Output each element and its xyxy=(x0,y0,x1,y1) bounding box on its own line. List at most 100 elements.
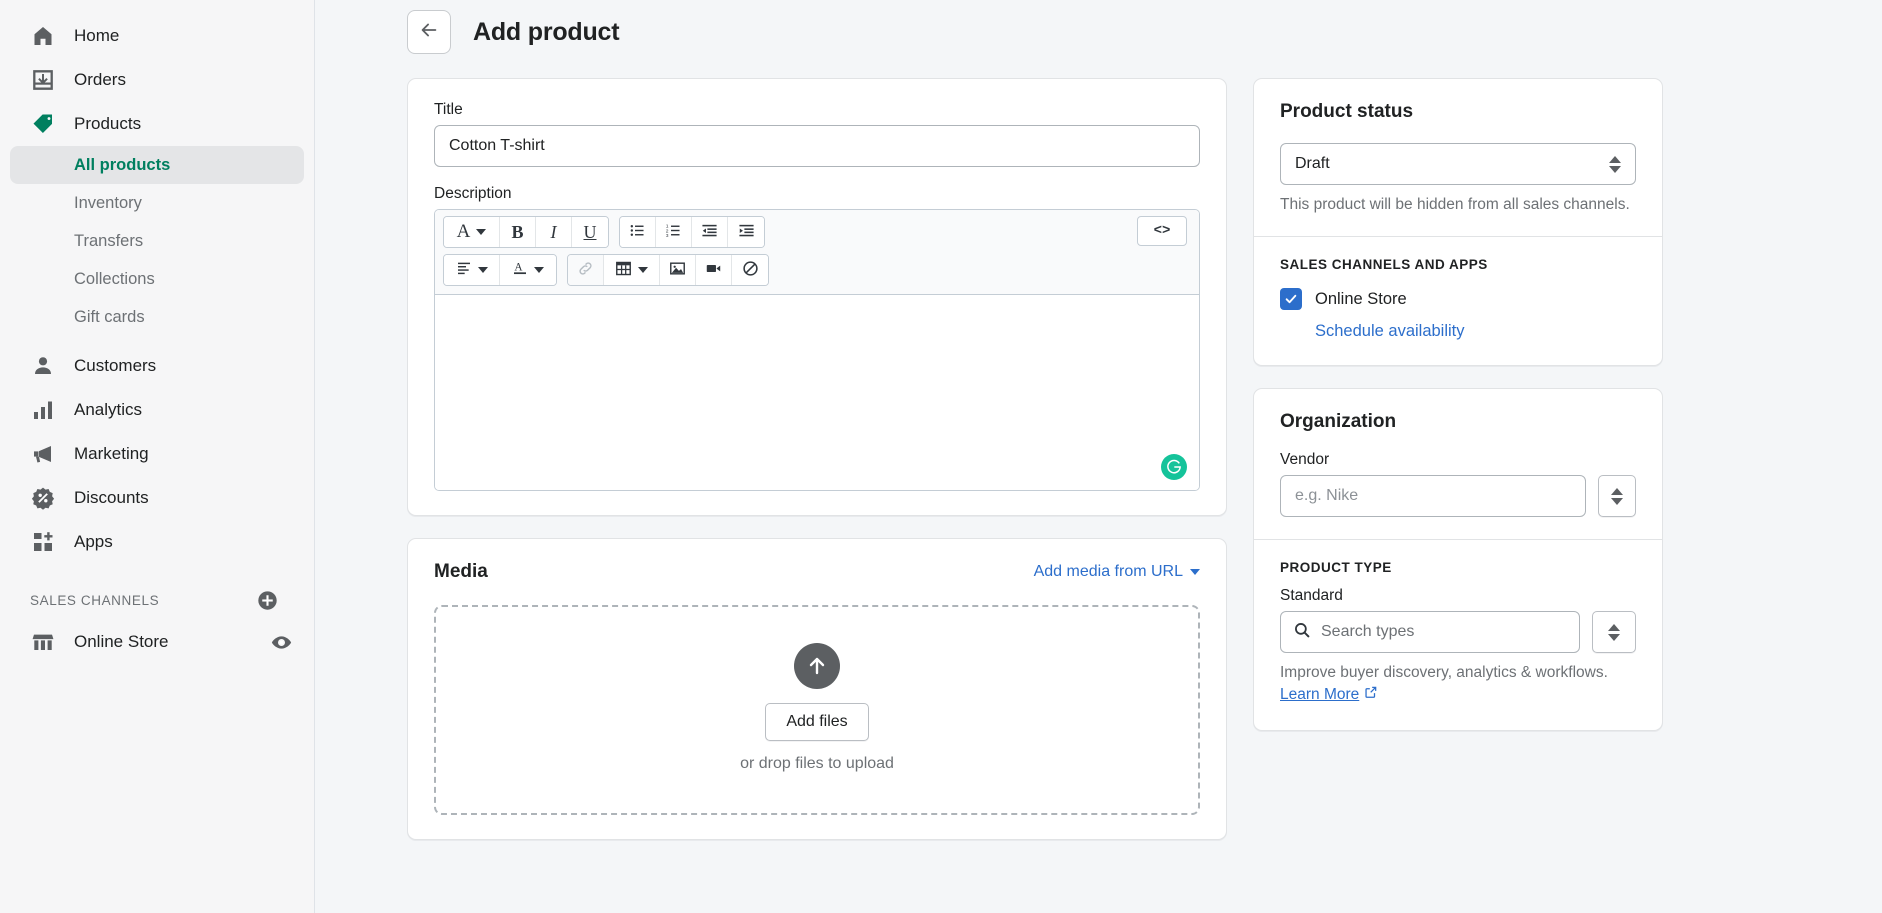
insert-video-button[interactable] xyxy=(696,255,732,285)
primary-sidebar: Home Orders Products All products Invent… xyxy=(0,0,315,913)
back-button[interactable] xyxy=(407,10,451,54)
product-status-value: Draft xyxy=(1295,155,1330,172)
sidebar-item-transfers[interactable]: Transfers xyxy=(10,222,304,260)
product-status-title: Product status xyxy=(1280,101,1414,122)
italic-button[interactable]: I xyxy=(536,217,572,247)
sidebar-item-apps[interactable]: Apps xyxy=(10,520,304,564)
sidebar-subitem-label: Gift cards xyxy=(74,307,145,326)
sidebar-item-label: Home xyxy=(74,26,120,45)
code-view-label: <> xyxy=(1153,223,1171,239)
add-media-from-url-button[interactable]: Add media from URL xyxy=(1034,563,1200,581)
left-column: Title Description A xyxy=(407,78,1227,840)
font-style-button[interactable]: A xyxy=(444,217,500,247)
sales-channels-heading: SALES CHANNELS xyxy=(30,592,160,608)
content-columns: Title Description A xyxy=(315,64,1882,840)
link-icon xyxy=(577,260,594,281)
sidebar-item-analytics[interactable]: Analytics xyxy=(10,388,304,432)
sidebar-item-inventory[interactable]: Inventory xyxy=(10,184,304,222)
select-updown-icon xyxy=(1611,487,1624,505)
product-status-helper: This product will be hidden from all sal… xyxy=(1280,196,1630,213)
text-color-icon: A xyxy=(512,259,528,281)
font-style-glyph: A xyxy=(456,221,471,242)
insert-link-button[interactable] xyxy=(568,255,604,285)
underline-button[interactable]: U xyxy=(572,217,608,247)
chevron-down-icon xyxy=(477,267,488,273)
eye-icon[interactable] xyxy=(271,632,292,653)
product-title-input[interactable] xyxy=(434,125,1200,167)
page-title: Add product xyxy=(473,17,620,46)
bulleted-list-button[interactable] xyxy=(620,217,656,247)
product-type-field-row xyxy=(1280,611,1636,653)
indent-button[interactable] xyxy=(728,217,764,247)
add-files-button[interactable]: Add files xyxy=(765,703,869,741)
description-editor-body[interactable] xyxy=(435,294,1199,490)
home-icon xyxy=(30,23,56,49)
product-details-card: Title Description A xyxy=(407,78,1227,516)
check-icon xyxy=(1285,294,1297,304)
sidebar-item-marketing[interactable]: Marketing xyxy=(10,432,304,476)
sidebar-item-products[interactable]: Products xyxy=(10,102,304,146)
insert-image-button[interactable] xyxy=(660,255,696,285)
drop-files-hint: or drop files to upload xyxy=(740,755,894,772)
discounts-badge-icon xyxy=(30,485,56,511)
sidebar-item-orders[interactable]: Orders xyxy=(10,58,304,102)
media-card-header: Media Add media from URL xyxy=(434,561,1200,583)
sidebar-item-label: Customers xyxy=(74,356,157,375)
media-dropzone[interactable]: Add files or drop files to upload xyxy=(434,605,1200,815)
video-camera-icon xyxy=(705,260,722,281)
sidebar-subitem-label: Transfers xyxy=(74,231,144,250)
sidebar-item-discounts[interactable]: Discounts xyxy=(10,476,304,520)
no-entry-icon xyxy=(742,260,759,281)
title-field-label: Title xyxy=(434,101,463,118)
upload-arrow-icon xyxy=(794,643,840,689)
product-type-picker-button[interactable] xyxy=(1592,611,1636,653)
sidebar-item-all-products[interactable]: All products xyxy=(10,146,304,184)
right-column: Product status Draft This product will b… xyxy=(1253,78,1663,840)
sidebar-item-label: Orders xyxy=(74,70,126,89)
text-color-button[interactable]: A xyxy=(500,255,556,285)
select-updown-icon xyxy=(1609,155,1621,173)
sidebar-subitem-label: Inventory xyxy=(74,193,142,212)
online-store-checkbox[interactable] xyxy=(1280,288,1302,310)
code-view-button[interactable]: <> xyxy=(1137,216,1187,246)
sidebar-subitem-label: Collections xyxy=(74,269,155,288)
image-icon xyxy=(669,260,686,281)
align-left-icon xyxy=(456,260,472,280)
vendor-input[interactable] xyxy=(1280,475,1587,517)
insert-table-button[interactable] xyxy=(604,255,660,285)
online-store-checkbox-row[interactable]: Online Store xyxy=(1280,288,1636,310)
learn-more-link[interactable]: Learn More xyxy=(1280,684,1378,706)
insert-group xyxy=(567,254,769,286)
sidebar-item-home[interactable]: Home xyxy=(10,14,304,58)
search-types-input[interactable] xyxy=(1321,623,1567,641)
arrow-left-icon xyxy=(418,19,440,46)
bold-button[interactable]: B xyxy=(500,217,536,247)
chevron-down-icon xyxy=(476,229,487,235)
online-store-label: Online Store xyxy=(1315,289,1407,308)
numbered-list-button[interactable]: 1 2 3 xyxy=(656,217,692,247)
vendor-picker-button[interactable] xyxy=(1598,475,1636,517)
sidebar-item-customers[interactable]: Customers xyxy=(10,344,304,388)
outdent-button[interactable] xyxy=(692,217,728,247)
chevron-down-icon xyxy=(1190,569,1200,575)
sidebar-item-online-store[interactable]: Online Store xyxy=(10,620,304,664)
indent-icon xyxy=(738,222,755,243)
description-field-label: Description xyxy=(434,185,512,202)
sidebar-item-collections[interactable]: Collections xyxy=(10,260,304,298)
add-media-from-url-label: Add media from URL xyxy=(1033,563,1183,580)
sidebar-item-label: Apps xyxy=(74,532,113,551)
clear-formatting-button[interactable] xyxy=(732,255,768,285)
product-status-select[interactable]: Draft xyxy=(1280,143,1636,185)
schedule-availability-link[interactable]: Schedule availability xyxy=(1315,322,1465,340)
list-indent-group: 1 2 3 xyxy=(619,216,765,248)
align-button[interactable] xyxy=(444,255,500,285)
svg-text:A: A xyxy=(514,262,523,274)
editor-toolbar-row-2: A xyxy=(435,254,1199,294)
add-sales-channel-plus-icon[interactable] xyxy=(257,590,278,611)
storefront-icon xyxy=(30,629,56,655)
text-format-group: A B I U xyxy=(443,216,609,248)
sidebar-item-gift-cards[interactable]: Gift cards xyxy=(10,298,304,336)
search-types-field[interactable] xyxy=(1280,611,1580,653)
sidebar-subitem-label: All products xyxy=(74,155,171,174)
grammarly-badge-icon[interactable] xyxy=(1161,454,1187,480)
